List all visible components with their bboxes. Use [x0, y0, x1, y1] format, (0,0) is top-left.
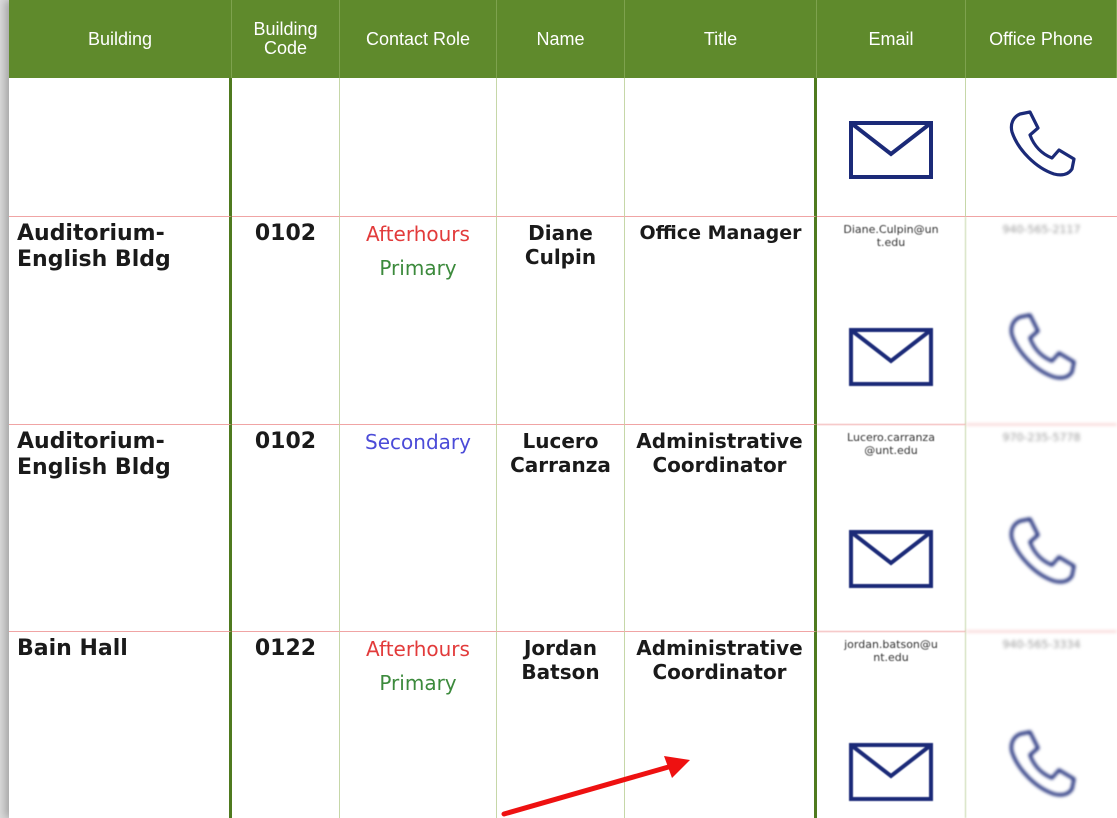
table-row-cell-name: Diane Culpin — [497, 217, 625, 425]
table-row-cell-phone: 940-565-3334 — [966, 632, 1117, 818]
envelope-icon[interactable] — [848, 120, 934, 180]
table-row-cell-name: Jordan Batson — [497, 632, 625, 818]
table-row-cell-building: Auditorium- English Bldg — [9, 425, 232, 632]
contacts-page: Building Building Code Contact Role Name … — [9, 0, 1117, 818]
email-link[interactable]: Diane.Culpin@un t.edu — [823, 223, 959, 249]
table-row-cell-email — [817, 78, 966, 217]
header-office-phone: Office Phone — [966, 0, 1117, 78]
table-row-cell-email: jordan.batson@u nt.edu — [817, 632, 966, 818]
header-building-code: Building Code — [232, 0, 340, 78]
table-row-cell-building: Auditorium- English Bldg — [9, 217, 232, 425]
table-row-cell-phone — [966, 78, 1117, 217]
table-row-cell-phone: 970-235-5778 — [966, 425, 1117, 632]
table-row-cell-building: Bain Hall — [9, 632, 232, 818]
envelope-icon[interactable] — [848, 742, 934, 802]
header-building: Building — [9, 0, 232, 78]
header-email: Email — [817, 0, 966, 78]
table-row-cell-code: 0102 — [232, 217, 340, 425]
table-row-cell-code: 0122 — [232, 632, 340, 818]
phone-number: 970-235-5778 — [1002, 431, 1081, 444]
phone-handset-icon[interactable] — [1006, 728, 1078, 800]
table-row-cell-title: Office Manager — [625, 217, 817, 425]
table-row-cell-role: Afterhours Primary — [340, 632, 497, 818]
table-row-cell-title: Administrative Coordinator — [625, 632, 817, 818]
table-row-cell-title: Administrative Coordinator — [625, 425, 817, 632]
table-row-cell-role: Secondary — [340, 425, 497, 632]
phone-number: 940-565-2117 — [1002, 223, 1081, 236]
phone-handset-icon[interactable] — [1006, 515, 1078, 587]
email-link[interactable]: Lucero.carranza @unt.edu — [823, 431, 959, 457]
header-title: Title — [625, 0, 817, 78]
table-row-cell-name: Lucero Carranza — [497, 425, 625, 632]
table-row-cell-role: Afterhours Primary — [340, 217, 497, 425]
email-link[interactable]: jordan.batson@u nt.edu — [823, 638, 959, 664]
phone-number: 940-565-3334 — [1002, 638, 1081, 651]
building-contacts-table: Building Building Code Contact Role Name … — [9, 0, 1117, 818]
phone-handset-icon[interactable] — [1006, 108, 1078, 180]
table-row-cell-email: Lucero.carranza @unt.edu — [817, 425, 966, 632]
header-contact-role: Contact Role — [340, 0, 497, 78]
table-row-cell-role — [340, 78, 497, 217]
table-row-cell-email: Diane.Culpin@un t.edu — [817, 217, 966, 425]
table-row-cell-building — [9, 78, 232, 217]
envelope-icon[interactable] — [848, 529, 934, 589]
table-row-cell-name — [497, 78, 625, 217]
envelope-icon[interactable] — [848, 327, 934, 387]
table-row-cell-phone: 940-565-2117 — [966, 217, 1117, 425]
table-row-cell-code: 0102 — [232, 425, 340, 632]
phone-handset-icon[interactable] — [1006, 311, 1078, 383]
header-name: Name — [497, 0, 625, 78]
table-row-cell-code — [232, 78, 340, 217]
table-row-cell-title — [625, 78, 817, 217]
